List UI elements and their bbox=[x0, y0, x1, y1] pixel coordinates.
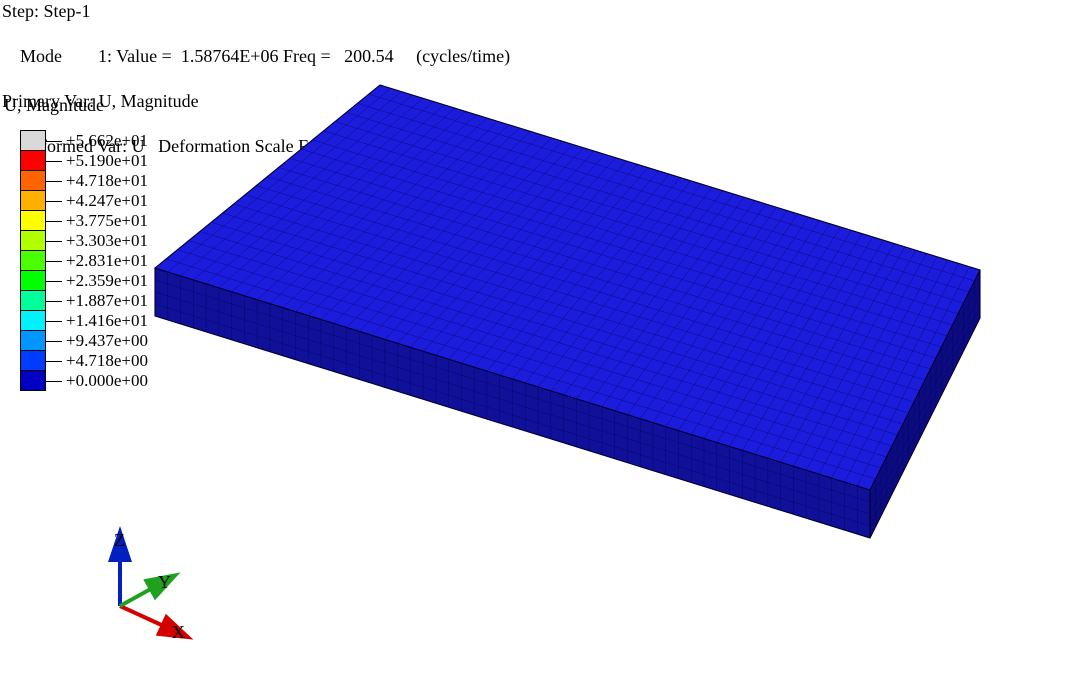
legend-tick-mark bbox=[46, 201, 62, 202]
legend-colorbar bbox=[20, 130, 46, 391]
legend-tick: +2.359e+01 bbox=[46, 271, 148, 291]
legend-tick-label: +4.718e+00 bbox=[66, 351, 148, 371]
legend-swatch bbox=[21, 350, 45, 370]
triad-svg bbox=[90, 536, 210, 646]
triad-y-axis bbox=[120, 586, 156, 606]
legend-tick: +3.775e+01 bbox=[46, 211, 148, 231]
legend-swatch bbox=[21, 150, 45, 170]
legend-tick: +1.416e+01 bbox=[46, 311, 148, 331]
legend: U, Magnitude +5.662e+01+5.190e+01+4.718e… bbox=[0, 95, 186, 391]
legend-tick: +3.303e+01 bbox=[46, 231, 148, 251]
legend-tick: +4.718e+01 bbox=[46, 171, 148, 191]
freq-prefix: Freq = bbox=[278, 46, 344, 66]
legend-swatch bbox=[21, 170, 45, 190]
dsf-value: +3.534e-01 bbox=[354, 136, 437, 156]
legend-swatch bbox=[21, 230, 45, 250]
legend-tick-label: +3.303e+01 bbox=[66, 231, 148, 251]
legend-tick: +2.831e+01 bbox=[46, 251, 148, 271]
legend-swatch bbox=[21, 131, 45, 150]
triad-y-label: Y bbox=[158, 572, 171, 593]
legend-swatch bbox=[21, 290, 45, 310]
legend-ticks: +5.662e+01+5.190e+01+4.718e+01+4.247e+01… bbox=[46, 130, 186, 390]
legend-tick-mark bbox=[46, 381, 62, 382]
mode-value: 1.58764E+06 bbox=[181, 46, 279, 66]
legend-title: U, Magnitude bbox=[4, 95, 186, 116]
legend-tick: +4.247e+01 bbox=[46, 191, 148, 211]
legend-swatch bbox=[21, 190, 45, 210]
legend-tick-label: +1.416e+01 bbox=[66, 311, 148, 331]
legend-swatch bbox=[21, 270, 45, 290]
mode-prefix: Mode 1: Value = bbox=[20, 46, 181, 66]
legend-swatch bbox=[21, 330, 45, 350]
mesh-side-face bbox=[870, 270, 980, 538]
triad-x-label: X bbox=[172, 622, 185, 643]
legend-tick-label: +4.247e+01 bbox=[66, 191, 148, 211]
legend-tick-label: +5.190e+01 bbox=[66, 151, 148, 171]
legend-tick-mark bbox=[46, 261, 62, 262]
legend-tick-mark bbox=[46, 141, 62, 142]
legend-tick-mark bbox=[46, 281, 62, 282]
legend-tick: +4.718e+00 bbox=[46, 351, 148, 371]
legend-tick-label: +0.000e+00 bbox=[66, 371, 148, 391]
legend-tick: +0.000e+00 bbox=[46, 371, 148, 391]
view-triad: Z Y X bbox=[90, 536, 210, 646]
legend-tick-label: +1.887e+01 bbox=[66, 291, 148, 311]
legend-tick-mark bbox=[46, 161, 62, 162]
legend-swatch bbox=[21, 210, 45, 230]
legend-swatch bbox=[21, 250, 45, 270]
legend-tick-mark bbox=[46, 301, 62, 302]
legend-tick-mark bbox=[46, 341, 62, 342]
legend-swatch bbox=[21, 370, 45, 390]
legend-tick-label: +5.662e+01 bbox=[66, 131, 148, 151]
mode-line: Mode 1: Value = 1.58764E+06 Freq = 200.5… bbox=[2, 23, 510, 91]
freq-units: (cycles/time) bbox=[394, 46, 510, 66]
legend-tick: +5.662e+01 bbox=[46, 131, 148, 151]
triad-z-label: Z bbox=[114, 530, 125, 551]
legend-tick: +5.190e+01 bbox=[46, 151, 148, 171]
legend-tick-mark bbox=[46, 241, 62, 242]
legend-tick-label: +3.775e+01 bbox=[66, 211, 148, 231]
mesh-front-face bbox=[155, 268, 870, 538]
legend-tick: +1.887e+01 bbox=[46, 291, 148, 311]
legend-swatch bbox=[21, 310, 45, 330]
legend-tick-label: +2.359e+01 bbox=[66, 271, 148, 291]
legend-tick-mark bbox=[46, 321, 62, 322]
legend-tick-label: +9.437e+00 bbox=[66, 331, 148, 351]
legend-tick-mark bbox=[46, 361, 62, 362]
legend-tick: +9.437e+00 bbox=[46, 331, 148, 351]
freq-value: 200.54 bbox=[344, 46, 394, 66]
legend-tick-mark bbox=[46, 181, 62, 182]
legend-tick-mark bbox=[46, 221, 62, 222]
step-line: Step: Step-1 bbox=[2, 0, 510, 23]
legend-tick-label: +2.831e+01 bbox=[66, 251, 148, 271]
legend-tick-label: +4.718e+01 bbox=[66, 171, 148, 191]
triad-x-axis bbox=[120, 606, 168, 628]
